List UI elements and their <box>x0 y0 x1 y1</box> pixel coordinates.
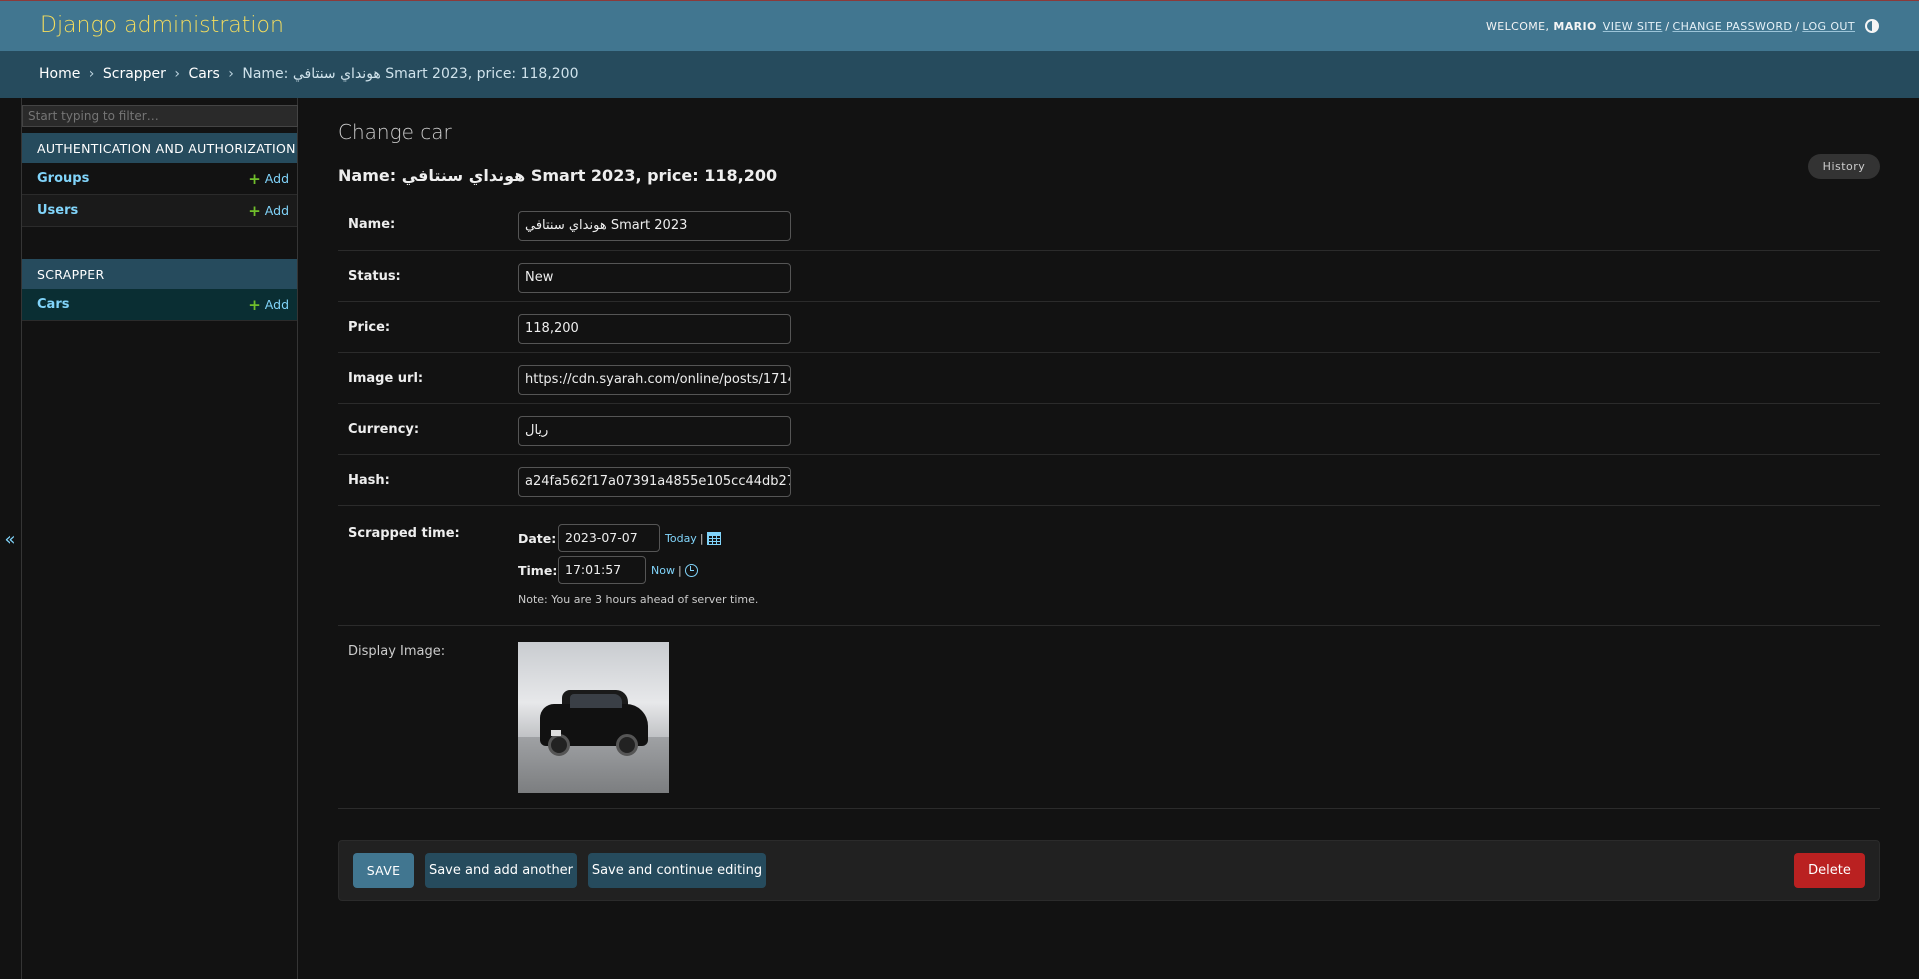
add-label: Add <box>264 297 289 312</box>
save-continue-button[interactable]: Save and continue editing <box>588 853 766 888</box>
form-row-status: Status: New <box>338 251 1880 302</box>
plus-icon: + <box>248 295 261 314</box>
car-wheel <box>548 734 570 756</box>
nav-sidebar <box>21 98 298 979</box>
price-label: Price: <box>348 320 391 335</box>
car-image <box>518 642 669 793</box>
welcome-text: Welcome, <box>1485 19 1550 33</box>
hash-label: Hash: <box>348 473 390 488</box>
username: Mario <box>1553 19 1597 33</box>
users-link[interactable]: Users <box>37 203 78 218</box>
status-field[interactable]: New <box>518 263 791 293</box>
image-url-field[interactable]: https://cdn.syarah.com/online/posts/1714… <box>518 365 791 395</box>
delete-button[interactable]: Delete <box>1794 853 1865 888</box>
now-link[interactable]: Now <box>651 564 675 577</box>
car-window <box>570 694 622 708</box>
sidebar-item-users: Users + Add <box>22 195 297 227</box>
log-out-link[interactable]: Log out <box>1802 20 1855 33</box>
save-button[interactable]: SAVE <box>353 853 414 888</box>
breadcrumb-separator: › <box>174 66 180 82</box>
site-branding[interactable]: Django administration <box>40 13 284 38</box>
separator: / <box>1795 19 1800 33</box>
price-field[interactable]: 118,200 <box>518 314 791 344</box>
sidebar-item-groups: Groups + Add <box>22 163 297 195</box>
date-label: Date: <box>518 531 557 546</box>
groups-link[interactable]: Groups <box>37 171 89 186</box>
display-image-label: Display Image: <box>348 644 446 659</box>
change-password-link[interactable]: Change password <box>1672 20 1792 33</box>
currency-label: Currency: <box>348 422 420 437</box>
sidebar-item-cars: Cars + Add <box>22 289 297 321</box>
object-title: Name: هونداي سنتافي Smart 2023, price: 1… <box>338 166 778 185</box>
nav-filter-input[interactable] <box>22 105 298 127</box>
time-label: Time: <box>518 563 558 578</box>
add-label: Add <box>264 203 289 218</box>
add-label: Add <box>264 171 289 186</box>
currency-field[interactable]: ريال <box>518 416 791 446</box>
groups-add-link[interactable]: + Add <box>248 170 289 188</box>
status-label: Status: <box>348 269 401 284</box>
hash-field[interactable]: a24fa562f17a07391a4855e105cc44db27ae3a <box>518 467 791 497</box>
name-field[interactable]: هونداي سنتافي Smart 2023 <box>518 211 791 241</box>
shortcut-separator: | <box>677 564 682 577</box>
submit-row: SAVE Save and add another Save and conti… <box>338 840 1880 901</box>
breadcrumb-home[interactable]: Home <box>39 66 80 82</box>
users-add-link[interactable]: + Add <box>248 202 289 220</box>
date-field[interactable]: 2023-07-07 <box>558 524 660 552</box>
breadcrumb: Home › Scrapper › Cars › Name: هونداي سن… <box>0 51 1919 98</box>
breadcrumb-scrapper[interactable]: Scrapper <box>103 66 166 82</box>
today-link[interactable]: Today <box>665 532 697 545</box>
breadcrumb-current: Name: هونداي سنتافي Smart 2023, price: 1… <box>242 66 579 82</box>
scrapped-time-label: Scrapped time: <box>348 526 460 541</box>
breadcrumb-cars[interactable]: Cars <box>188 66 219 82</box>
form-row-currency: Currency: ريال <box>338 404 1880 455</box>
time-shortcuts: Now | <box>651 564 698 577</box>
save-add-another-button[interactable]: Save and add another <box>425 853 577 888</box>
date-shortcuts: Today | <box>665 532 721 545</box>
plus-icon: + <box>248 169 261 188</box>
timezone-note: Note: You are 3 hours ahead of server ti… <box>518 593 759 606</box>
breadcrumb-separator: › <box>228 66 234 82</box>
shortcut-separator: | <box>699 532 704 545</box>
calendar-icon[interactable] <box>706 532 721 545</box>
cars-add-link[interactable]: + Add <box>248 296 289 314</box>
theme-toggle-icon[interactable] <box>1865 19 1879 33</box>
history-button[interactable]: History <box>1808 154 1880 179</box>
page-title: Change car <box>338 120 452 144</box>
car-wheel <box>616 734 638 756</box>
separator: / <box>1665 19 1670 33</box>
user-tools: Welcome, Mario View site / Change passwo… <box>1486 19 1879 33</box>
form-row-hash: Hash: a24fa562f17a07391a4855e105cc44db27… <box>338 455 1880 506</box>
clock-icon[interactable] <box>684 564 698 577</box>
form-row-price: Price: 118,200 <box>338 302 1880 353</box>
breadcrumb-separator: › <box>88 66 95 82</box>
plus-icon: + <box>248 201 261 220</box>
image-url-label: Image url: <box>348 371 424 386</box>
cars-link[interactable]: Cars <box>37 297 69 312</box>
view-site-link[interactable]: View site <box>1603 20 1663 33</box>
form-row-image-url: Image url: https://cdn.syarah.com/online… <box>338 353 1880 404</box>
module-caption-auth[interactable]: AUTHENTICATION AND AUTHORIZATION <box>22 133 297 163</box>
header: Django administration Welcome, Mario Vie… <box>0 0 1919 51</box>
module-caption-scrapper[interactable]: SCRAPPER <box>22 259 297 289</box>
car-plate <box>551 730 561 736</box>
toggle-sidebar-icon[interactable]: « <box>0 530 20 550</box>
name-label: Name: <box>348 217 396 232</box>
form-row-name: Name: هونداي سنتافي Smart 2023 <box>338 199 1880 251</box>
time-field[interactable]: 17:01:57 <box>558 556 646 584</box>
